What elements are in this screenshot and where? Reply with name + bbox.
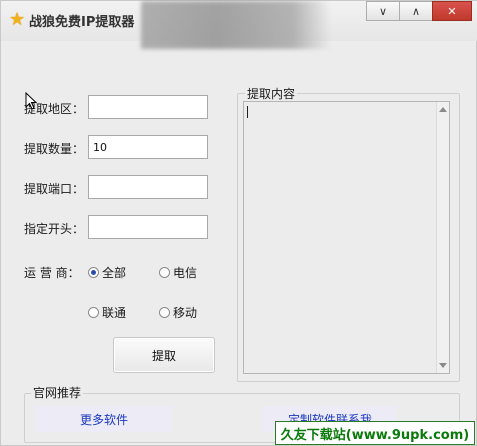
port-label: 提取端口： [24, 182, 85, 196]
app-window: ★ 战狼免费IP提取器 ∨ ∧ ✕ 提取地区： 提取数量： 提取端口： 指定开头… [0, 0, 477, 446]
vertical-scrollbar[interactable] [436, 102, 449, 373]
close-button[interactable]: ✕ [432, 1, 472, 21]
carrier-option-unicom[interactable]: 联通 [88, 304, 126, 321]
minimize-button[interactable]: ∨ [366, 1, 400, 21]
site-watermark: 久友下载站(www.9upk.com) [275, 421, 475, 445]
region-input[interactable] [88, 95, 208, 119]
prefix-label: 指定开头： [24, 222, 85, 236]
window-title: 战狼免费IP提取器 [29, 15, 135, 30]
carrier-option-telecom[interactable]: 电信 [159, 264, 197, 281]
blurred-region [141, 1, 331, 49]
official-title: 官网推荐 [31, 384, 84, 401]
star-icon: ★ [9, 9, 26, 30]
radio-button[interactable] [88, 267, 99, 278]
text-caret [247, 106, 248, 118]
mouse-cursor-icon [25, 92, 37, 110]
prefix-input[interactable] [88, 215, 208, 239]
title-bar[interactable]: ★ 战狼免费IP提取器 ∨ ∧ ✕ [1, 1, 477, 49]
scroll-up-arrow-icon[interactable] [439, 107, 447, 112]
carrier-option-all[interactable]: 全部 [88, 264, 126, 281]
window-controls: ∨ ∧ ✕ [366, 1, 472, 21]
count-input[interactable] [88, 135, 208, 159]
port-input[interactable] [88, 175, 208, 199]
content-textarea[interactable] [243, 101, 450, 374]
more-software-link[interactable]: 更多软件 [35, 406, 173, 432]
content-title: 提取内容 [245, 85, 298, 102]
radio-button[interactable] [159, 307, 170, 318]
radio-button[interactable] [88, 307, 99, 318]
carrier-option-label: 移动 [173, 306, 198, 320]
carrier-option-mobile[interactable]: 移动 [159, 304, 197, 321]
maximize-button[interactable]: ∧ [399, 1, 433, 21]
carrier-option-label: 电信 [173, 266, 198, 280]
fetch-button[interactable]: 提取 [113, 337, 215, 373]
radio-button[interactable] [159, 267, 170, 278]
carrier-label: 运 营 商： [24, 266, 80, 280]
carrier-option-label: 联通 [102, 306, 127, 320]
carrier-option-label: 全部 [102, 266, 127, 280]
count-label: 提取数量： [24, 142, 85, 156]
scroll-down-arrow-icon[interactable] [439, 363, 447, 368]
